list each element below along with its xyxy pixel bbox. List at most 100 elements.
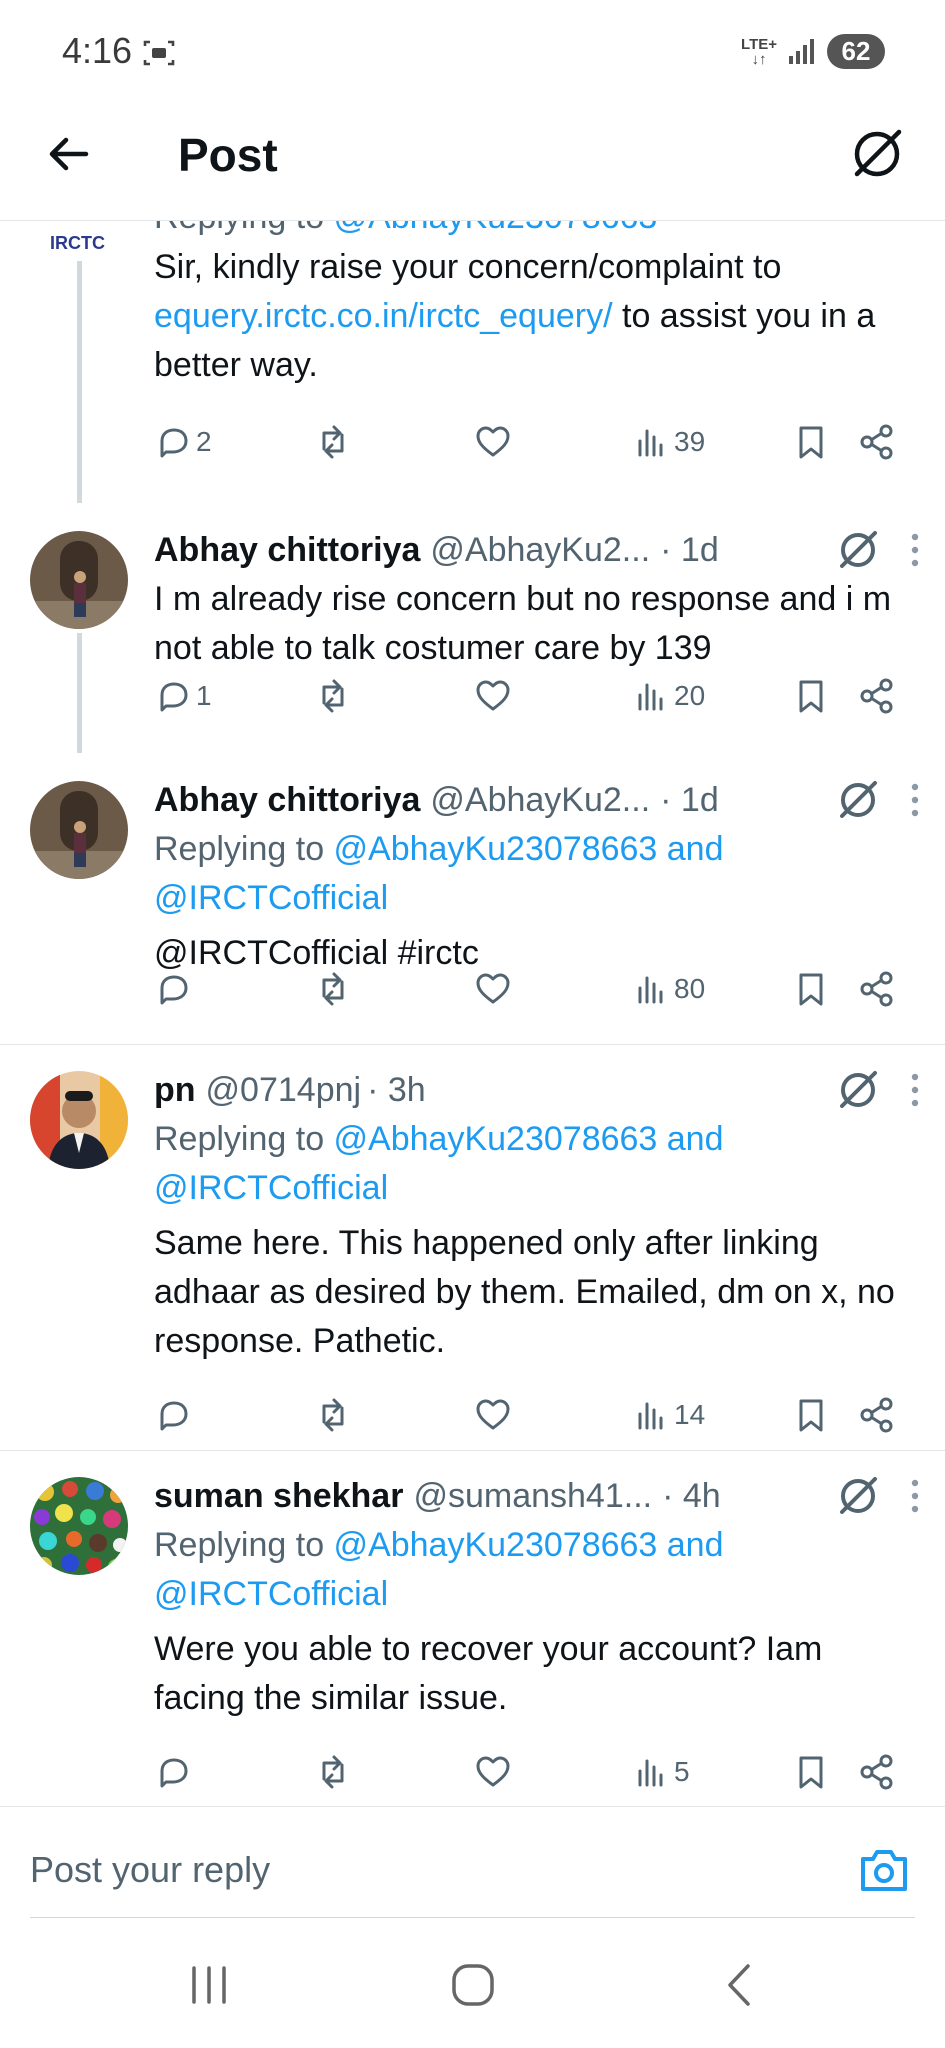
back-arrow-icon[interactable] [44, 130, 92, 178]
reply-button[interactable]: 1 [154, 671, 212, 721]
reply-input[interactable]: Post your reply [30, 1849, 270, 1891]
post-content: Abhay chittoriya @AbhayKu2... · 1d Reply… [154, 775, 919, 978]
author-name[interactable]: Abhay chittoriya [154, 781, 420, 820]
repost-icon [322, 679, 344, 713]
author-handle[interactable]: @AbhayKu2... [430, 531, 650, 570]
back-nav-icon[interactable] [718, 1962, 764, 2008]
post-content: Replying to @AbhayKu23078663 Sir, kindly… [154, 221, 919, 390]
post-actions: 14 [154, 1390, 914, 1440]
replying-to: Replying to @AbhayKu23078663 [154, 221, 919, 243]
screenshot-icon [143, 40, 175, 66]
post-pn[interactable]: pn @0714pnj · 3h Replying to @AbhayKu230… [0, 1045, 945, 1451]
network-type: LTE+ ↓↑ [741, 35, 777, 68]
bookmark-button[interactable] [792, 1747, 830, 1797]
author-handle[interactable]: @0714pnj [206, 1071, 362, 1110]
author-handle[interactable]: @sumansh41... [413, 1477, 652, 1516]
share-button[interactable] [858, 964, 896, 1014]
reply-icon [160, 428, 188, 458]
bookmark-button[interactable] [792, 671, 830, 721]
repost-button[interactable] [314, 1390, 352, 1440]
replying-to: Replying to @AbhayKu23078663 and @IRCTCo… [154, 830, 724, 917]
views-button[interactable]: 5 [632, 1747, 690, 1797]
like-button[interactable] [474, 1390, 512, 1440]
like-icon [476, 1756, 510, 1787]
share-button[interactable] [858, 1390, 896, 1440]
reply-thread: IRCTC Replying to @AbhayKu23078663 Sir, … [0, 221, 945, 1806]
tweet-link[interactable]: equery.irctc.co.in/irctc_equery/ [154, 297, 613, 335]
like-button[interactable] [474, 417, 512, 467]
views-icon [638, 1759, 663, 1787]
avatar[interactable] [30, 1477, 128, 1575]
avatar[interactable] [30, 1071, 128, 1169]
like-icon [476, 1399, 510, 1430]
grok-icon[interactable] [835, 1473, 881, 1519]
post-abhay-1[interactable]: Abhay chittoriya @AbhayKu2... · 1d I m a… [0, 503, 945, 753]
grok-icon[interactable] [847, 124, 907, 184]
post-irctc[interactable]: IRCTC Replying to @AbhayKu23078663 Sir, … [0, 221, 945, 503]
reply-button[interactable]: 2 [154, 417, 212, 467]
recent-apps-icon[interactable] [186, 1962, 232, 2008]
repost-button[interactable] [314, 1747, 352, 1797]
share-button[interactable] [858, 417, 896, 467]
grok-icon[interactable] [835, 527, 881, 573]
post-header: Abhay chittoriya @AbhayKu2... · 1d [154, 525, 919, 575]
share-icon [860, 424, 893, 460]
grok-icon[interactable] [835, 1067, 881, 1113]
bookmark-button[interactable] [792, 1390, 830, 1440]
grok-icon[interactable] [835, 777, 881, 823]
status-indicators: LTE+ ↓↑ 62 [741, 34, 885, 69]
more-icon[interactable] [911, 783, 919, 817]
author-name[interactable]: Abhay chittoriya [154, 531, 420, 570]
repost-button[interactable] [314, 417, 352, 467]
like-icon [476, 426, 510, 457]
post-abhay-2[interactable]: Abhay chittoriya @AbhayKu2... · 1d Reply… [0, 753, 945, 1045]
more-icon[interactable] [911, 1479, 919, 1513]
repost-button[interactable] [314, 671, 352, 721]
like-button[interactable] [474, 964, 512, 1014]
bookmark-button[interactable] [792, 964, 830, 1014]
like-icon [476, 973, 510, 1004]
views-button[interactable]: 80 [632, 964, 705, 1014]
thread-line [77, 261, 82, 503]
post-header: Abhay chittoriya @AbhayKu2... · 1d [154, 775, 919, 825]
avatar[interactable] [30, 531, 128, 629]
share-button[interactable] [858, 671, 896, 721]
post-suman[interactable]: suman shekhar @sumansh41... · 4h Replyin… [0, 1451, 945, 1806]
avatar[interactable] [30, 781, 128, 879]
reply-mention[interactable]: @AbhayKu23078663 [334, 221, 658, 236]
reply-composer: Post your reply [0, 1806, 945, 1919]
reply-button[interactable] [154, 1747, 192, 1797]
bookmark-button[interactable] [792, 417, 830, 467]
tweet-text: I m already rise concern but no response… [154, 580, 892, 667]
tweet-text: Sir, kindly raise your concern/complaint… [154, 248, 876, 384]
author-name[interactable]: suman shekhar [154, 1477, 403, 1516]
system-nav-bar [0, 1918, 945, 2048]
reply-icon [160, 1401, 188, 1431]
repost-button[interactable] [314, 964, 352, 1014]
battery-indicator: 62 [827, 34, 885, 69]
views-button[interactable]: 39 [632, 417, 705, 467]
bookmark-icon [799, 1756, 823, 1789]
share-button[interactable] [858, 1747, 896, 1797]
post-time: · 1d [660, 780, 719, 819]
camera-icon[interactable] [859, 1847, 909, 1893]
more-icon[interactable] [911, 1073, 919, 1107]
more-icon[interactable] [911, 533, 919, 567]
replying-to: Replying to @AbhayKu23078663 and @IRCTCo… [154, 1526, 724, 1613]
reply-button[interactable] [154, 1390, 192, 1440]
like-button[interactable] [474, 1747, 512, 1797]
app-header: Post [0, 100, 945, 220]
like-icon [476, 680, 510, 711]
reply-button[interactable] [154, 964, 192, 1014]
author-name[interactable]: pn [154, 1071, 196, 1110]
home-icon[interactable] [450, 1962, 496, 2008]
tweet-text: Same here. This happened only after link… [154, 1224, 895, 1360]
share-icon [860, 1754, 893, 1790]
author-handle[interactable]: @AbhayKu2... [430, 781, 650, 820]
replying-to: Replying to @AbhayKu23078663 and @IRCTCo… [154, 1120, 724, 1207]
views-button[interactable]: 14 [632, 1390, 705, 1440]
like-button[interactable] [474, 671, 512, 721]
views-button[interactable]: 20 [632, 671, 705, 721]
views-icon [638, 1402, 663, 1430]
post-header: suman shekhar @sumansh41... · 4h [154, 1471, 919, 1521]
